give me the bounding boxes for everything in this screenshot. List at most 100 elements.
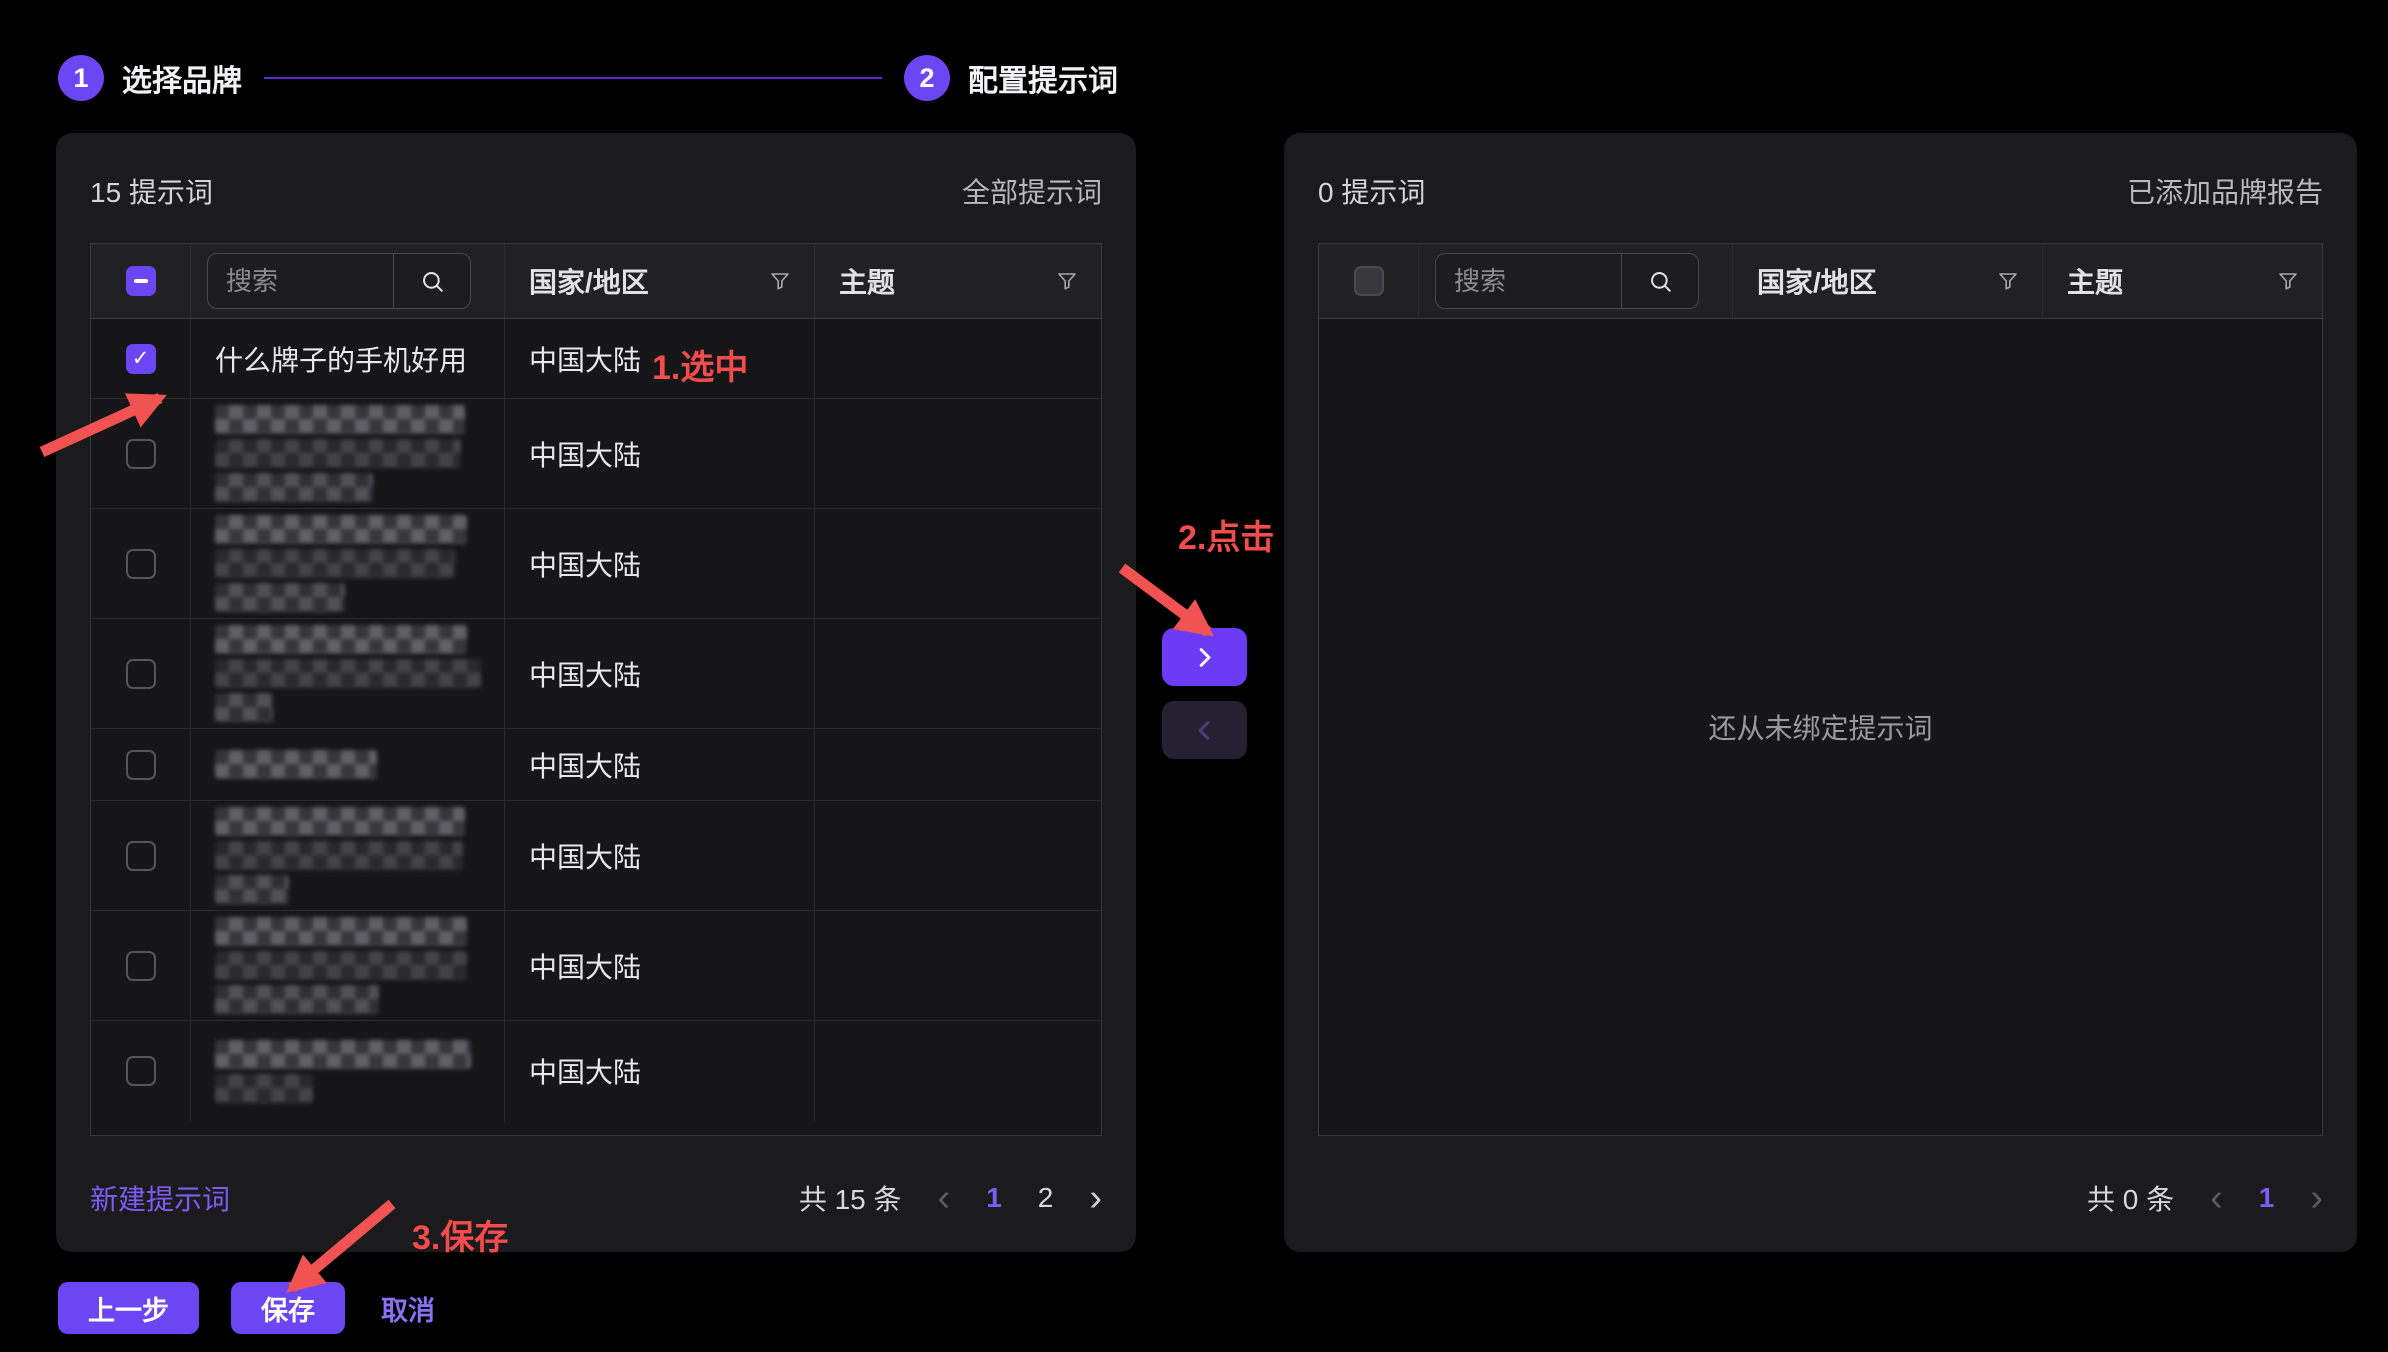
left-next-page-icon[interactable]: › — [1089, 1179, 1102, 1217]
table-row: 中国大陆 — [91, 619, 1101, 729]
prompt-search — [207, 253, 471, 309]
country-filter-icon[interactable] — [768, 269, 792, 293]
left-panel-title: 全部提示词 — [962, 171, 1102, 211]
search-input[interactable] — [208, 254, 393, 308]
table-header: 国家/地区 主题 — [1319, 244, 2322, 319]
previous-step-button[interactable]: 上一步 — [58, 1282, 199, 1334]
added-prompts-table: 国家/地区 主题 还从未绑定提示词 — [1318, 243, 2323, 1136]
select-all-checkbox[interactable] — [126, 266, 156, 296]
header-search-cell — [1419, 244, 1733, 318]
header-checkbox-cell — [1319, 244, 1419, 318]
annotation-save-text: 3.保存 — [412, 1210, 508, 1259]
empty-table-body: 还从未绑定提示词 — [1319, 319, 2322, 1135]
table-row: ✓什么牌子的手机好用中国大陆 — [91, 319, 1101, 399]
prompt-search — [1435, 253, 1699, 309]
left-panel-header: 15 提示词 全部提示词 — [90, 169, 1102, 213]
country-cell: 中国大陆 — [505, 654, 641, 694]
all-prompts-table: 国家/地区 主题 ✓什么牌子的手机好用中国大陆中国大陆中国大陆中国大陆中国大陆中… — [90, 243, 1102, 1136]
chevron-left-icon — [1191, 717, 1218, 744]
table-body: ✓什么牌子的手机好用中国大陆中国大陆中国大陆中国大陆中国大陆中国大陆中国大陆中国… — [91, 319, 1101, 1135]
row-checkbox[interactable]: ✓ — [126, 344, 156, 374]
left-pagination: 共 15 条 ‹ 1 2 › — [799, 1178, 1102, 1218]
left-total-count: 共 15 条 — [799, 1178, 902, 1218]
country-cell: 中国大陆 — [505, 339, 641, 379]
right-prev-page-icon[interactable]: ‹ — [2210, 1179, 2223, 1217]
topic-column-header: 主题 — [815, 261, 895, 301]
header-topic-cell: 主题 — [2043, 244, 2322, 318]
table-row: 中国大陆 — [91, 399, 1101, 509]
table-row: 中国大陆 — [91, 729, 1101, 801]
left-page-1[interactable]: 1 — [986, 1182, 1002, 1214]
annotation-select-text: 1.选中 — [652, 340, 748, 389]
right-prompt-count: 0 提示词 — [1318, 171, 1425, 211]
row-checkbox[interactable] — [126, 439, 156, 469]
footer-actions: 上一步 保存 取消 — [58, 1282, 439, 1334]
table-row: 中国大陆 — [91, 911, 1101, 1021]
search-input[interactable] — [1436, 254, 1621, 308]
table-row: 中国大陆 — [91, 801, 1101, 911]
step-2-label: 配置提示词 — [968, 56, 1118, 100]
search-icon — [419, 268, 446, 295]
stepper: 1 选择品牌 2 配置提示词 — [58, 55, 1118, 101]
redacted-prompt-text — [191, 750, 377, 779]
topic-filter-icon[interactable] — [2276, 269, 2300, 293]
left-page-2[interactable]: 2 — [1038, 1182, 1054, 1214]
move-left-button[interactable] — [1162, 701, 1247, 759]
left-panel-footer: 新建提示词 共 15 条 ‹ 1 2 › — [90, 1178, 1102, 1218]
table-row: 中国大陆 — [91, 509, 1101, 619]
row-checkbox[interactable] — [126, 1056, 156, 1086]
redacted-prompt-text — [191, 807, 465, 904]
country-filter-icon[interactable] — [1996, 269, 2020, 293]
step-1-label: 选择品牌 — [122, 56, 242, 100]
search-icon — [1647, 268, 1674, 295]
left-prev-page-icon[interactable]: ‹ — [938, 1179, 951, 1217]
header-country-cell: 国家/地区 — [1733, 244, 2043, 318]
select-all-checkbox-disabled — [1354, 266, 1384, 296]
search-button[interactable] — [1621, 254, 1698, 308]
right-next-page-icon[interactable]: › — [2310, 1179, 2323, 1217]
step-connector-line — [264, 77, 882, 79]
country-cell: 中国大陆 — [505, 745, 641, 785]
empty-state-text: 还从未绑定提示词 — [1708, 707, 1932, 747]
right-total-count: 共 0 条 — [2087, 1178, 2174, 1218]
right-panel-title: 已添加品牌报告 — [2127, 171, 2323, 211]
topic-column-header: 主题 — [2043, 261, 2123, 301]
transfer-controls — [1162, 628, 1247, 759]
left-prompt-count: 15 提示词 — [90, 171, 213, 211]
country-column-header: 国家/地区 — [1733, 261, 1877, 301]
right-page-1[interactable]: 1 — [2259, 1182, 2275, 1214]
row-checkbox[interactable] — [126, 951, 156, 981]
redacted-prompt-text — [191, 1040, 471, 1103]
header-topic-cell: 主题 — [815, 244, 1101, 318]
country-cell: 中国大陆 — [505, 1051, 641, 1091]
added-prompts-panel: 0 提示词 已添加品牌报告 国家/地区 — [1284, 133, 2357, 1252]
country-cell: 中国大陆 — [505, 946, 641, 986]
new-prompt-link[interactable]: 新建提示词 — [90, 1178, 230, 1218]
header-search-cell — [191, 244, 505, 318]
move-right-button[interactable] — [1162, 628, 1247, 686]
cancel-button[interactable]: 取消 — [377, 1282, 439, 1334]
all-prompts-panel: 15 提示词 全部提示词 国家/地区 — [56, 133, 1136, 1252]
row-checkbox[interactable] — [126, 841, 156, 871]
redacted-prompt-text — [191, 515, 467, 612]
chevron-right-icon — [1191, 644, 1218, 671]
step-2-circle: 2 — [904, 55, 950, 101]
table-header: 国家/地区 主题 — [91, 244, 1101, 319]
row-checkbox[interactable] — [126, 659, 156, 689]
search-button[interactable] — [393, 254, 470, 308]
header-country-cell: 国家/地区 — [505, 244, 815, 318]
country-column-header: 国家/地区 — [505, 261, 649, 301]
step-1-circle: 1 — [58, 55, 104, 101]
topic-filter-icon[interactable] — [1055, 269, 1079, 293]
annotation-click-text: 2.点击 — [1178, 510, 1274, 559]
row-checkbox[interactable] — [126, 549, 156, 579]
header-checkbox-cell — [91, 244, 191, 318]
right-panel-footer: 共 0 条 ‹ 1 › — [1318, 1178, 2323, 1218]
redacted-prompt-text — [191, 405, 465, 502]
row-checkbox[interactable] — [126, 750, 156, 780]
country-cell: 中国大陆 — [505, 544, 641, 584]
right-panel-header: 0 提示词 已添加品牌报告 — [1318, 169, 2323, 213]
save-button[interactable]: 保存 — [231, 1282, 345, 1334]
redacted-prompt-text — [191, 917, 467, 1014]
country-cell: 中国大陆 — [505, 836, 641, 876]
